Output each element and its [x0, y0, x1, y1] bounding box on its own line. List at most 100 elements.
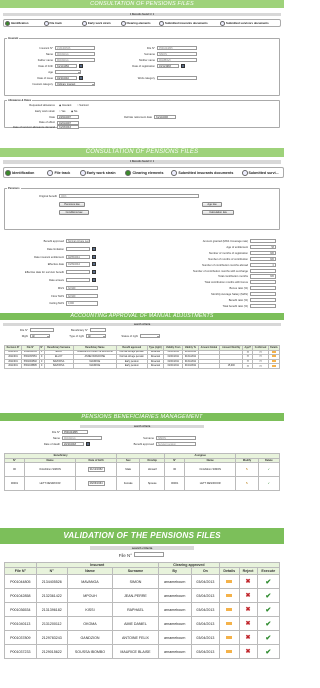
tab-clearing-elements[interactable]: Clearing elements: [124, 169, 170, 176]
type-of-right-select[interactable]: All: [86, 334, 106, 339]
calendar-icon[interactable]: [92, 254, 96, 259]
file-no-field[interactable]: [134, 552, 164, 557]
tab-identification[interactable]: Identification: [4, 20, 43, 26]
execute-cell[interactable]: ✔: [256, 588, 281, 603]
pension-detail-field[interactable]: 386: [250, 274, 276, 279]
confirmed-checkbox[interactable]: ☐: [260, 352, 262, 354]
pension-detail-field[interactable]: [250, 286, 276, 291]
radio-no[interactable]: ◉ No: [71, 110, 77, 113]
table-cell[interactable]: [267, 363, 281, 369]
delete-icon[interactable]: ✓: [268, 468, 270, 471]
details-arrow-icon[interactable]: [226, 621, 233, 625]
tab-identification[interactable]: Identification: [4, 169, 46, 176]
reject-cell[interactable]: ✖: [238, 630, 258, 645]
table-row[interactable]: 00001 LETT DESIROOR 26/06/1964 Female Spouse…: [4, 476, 281, 492]
reject-cell[interactable]: ✖: [238, 602, 258, 617]
reject-cell[interactable]: ✖: [238, 644, 258, 659]
confirmed-checkbox[interactable]: ☐: [260, 356, 262, 358]
table-cell[interactable]: ✎: [235, 476, 259, 492]
details-cell[interactable]: [219, 644, 240, 659]
execute-icon[interactable]: ✔: [265, 607, 271, 614]
age-law-button[interactable]: Age law: [202, 202, 222, 207]
details-arrow-icon[interactable]: [226, 635, 233, 639]
pension-detail-field[interactable]: 02/05/2011: [66, 254, 90, 259]
tab-submitted-survivors-documents[interactable]: Submitted survi...: [241, 169, 283, 176]
reject-icon[interactable]: ✖: [246, 607, 251, 613]
pension-detail-field[interactable]: 32,940: [66, 285, 98, 290]
pension-detail-field[interactable]: 386: [250, 250, 276, 255]
table-row[interactable]: P001036534 2131396182 KISSI RAPHAEL arnamebo…: [4, 602, 281, 617]
registration-field[interactable]: 16/11/1983: [157, 64, 179, 69]
confirmed-checkbox[interactable]: ☐: [260, 361, 262, 363]
table-row[interactable]: P001037233 2129015622 SOUSSA IBOMBO MAURICE…: [4, 644, 281, 659]
table-row[interactable]: P001042858 2132361422 MPOUH JEAN-PERRE arnam…: [4, 588, 281, 603]
pension-detail-field[interactable]: [250, 298, 276, 303]
execute-icon[interactable]: ✔: [265, 579, 271, 586]
tab-clearing-elements[interactable]: Clearing elements: [120, 20, 159, 26]
file-no-field[interactable]: [30, 328, 54, 333]
status-of-right-select[interactable]: [140, 334, 160, 339]
mother-name-field[interactable]: MAMBIAZI: [157, 58, 197, 63]
pensions-law-button[interactable]: Pensions law: [59, 202, 85, 207]
table-row[interactable]: 00 Ontshitinm SIMON 31/12/1952 Male Himself 0…: [4, 462, 281, 478]
birth-value[interactable]: 31/12/1952: [87, 467, 105, 473]
edit-icon[interactable]: ✎: [246, 482, 248, 485]
tab-file-track[interactable]: File track: [46, 169, 78, 176]
date-of-death-field[interactable]: 20/10/2018: [62, 442, 84, 447]
execute-cell[interactable]: ✔: [256, 574, 281, 589]
calculation-law-button[interactable]: Calculation law: [202, 210, 234, 215]
pension-detail-field[interactable]: [250, 303, 276, 309]
conditions-law-button[interactable]: Conditions law: [59, 210, 89, 215]
reject-icon[interactable]: ✖: [246, 621, 251, 627]
details-cell[interactable]: [219, 616, 240, 631]
name-field[interactable]: MAVANGA: [55, 52, 95, 57]
details-cell[interactable]: [219, 588, 240, 603]
tab-submitted-insurants-documents[interactable]: Submitted insurants documents: [170, 169, 240, 176]
reject-cell[interactable]: ✖: [238, 616, 258, 631]
execute-icon[interactable]: ✔: [265, 621, 271, 628]
pension-detail-field[interactable]: Normal old age pension: [66, 239, 90, 244]
right-select[interactable]: All: [30, 334, 50, 339]
details-arrow-icon[interactable]: [226, 607, 233, 611]
table-row[interactable]: 2011/001 P001045805 0 BAZOOSA MAURICE Early p…: [3, 363, 281, 369]
name-field[interactable]: MAVANGA: [62, 436, 102, 441]
calendar-icon[interactable]: [181, 64, 185, 68]
details-cell[interactable]: [219, 602, 240, 617]
pension-detail-field[interactable]: [66, 246, 90, 251]
apply-checkbox[interactable]: ☐: [247, 366, 249, 368]
pension-detail-field[interactable]: [250, 292, 276, 297]
pension-detail-field[interactable]: [66, 278, 90, 283]
definite-retirement-field[interactable]: 31/12/2006: [154, 115, 176, 120]
radio-survivor[interactable]: ○ Survivor: [77, 104, 89, 107]
calendar-icon[interactable]: [92, 278, 96, 282]
surname-field[interactable]: SIMON: [157, 52, 197, 57]
calendar-icon[interactable]: [79, 64, 83, 68]
original-benefit-field[interactable]: 0003: [59, 194, 199, 199]
file-no-field[interactable]: P001044805: [62, 430, 88, 435]
work-category-field[interactable]: [157, 76, 197, 81]
pension-detail-field[interactable]: 01/09/2012: [66, 262, 90, 267]
issue-field[interactable]: 04/10/2010: [55, 76, 77, 81]
age-select[interactable]: [55, 70, 81, 75]
execute-cell[interactable]: ✔: [256, 644, 281, 659]
details-arrow-icon[interactable]: [271, 364, 276, 367]
radio-insurant[interactable]: ◉ Insurant: [59, 104, 71, 107]
details-arrow-icon[interactable]: [271, 351, 276, 353]
execute-cell[interactable]: ✔: [256, 602, 281, 617]
confirmed-checkbox[interactable]: ☐: [260, 366, 262, 368]
execute-cell[interactable]: ✔: [256, 630, 281, 645]
table-cell[interactable]: ☐: [252, 363, 269, 369]
apply-checkbox[interactable]: ☐: [247, 352, 249, 354]
details-cell[interactable]: [219, 630, 240, 645]
tab-early-work-strain[interactable]: Early work strain: [81, 20, 120, 26]
pension-detail-field[interactable]: 0: [250, 262, 276, 267]
reject-cell[interactable]: ✖: [238, 574, 258, 589]
details-cell[interactable]: [219, 574, 240, 589]
date-field[interactable]: 23/02/2007: [57, 115, 79, 120]
survivor-demand-field[interactable]: 31/03/2013: [57, 125, 79, 129]
execute-icon[interactable]: ✔: [265, 649, 271, 656]
reject-icon[interactable]: ✖: [246, 649, 251, 655]
execute-icon[interactable]: ✔: [265, 635, 271, 642]
pension-detail-field[interactable]: [250, 268, 276, 273]
table-row[interactable]: P001040113 2131200112 OKOMA AIME DANIEL arna…: [4, 616, 281, 631]
